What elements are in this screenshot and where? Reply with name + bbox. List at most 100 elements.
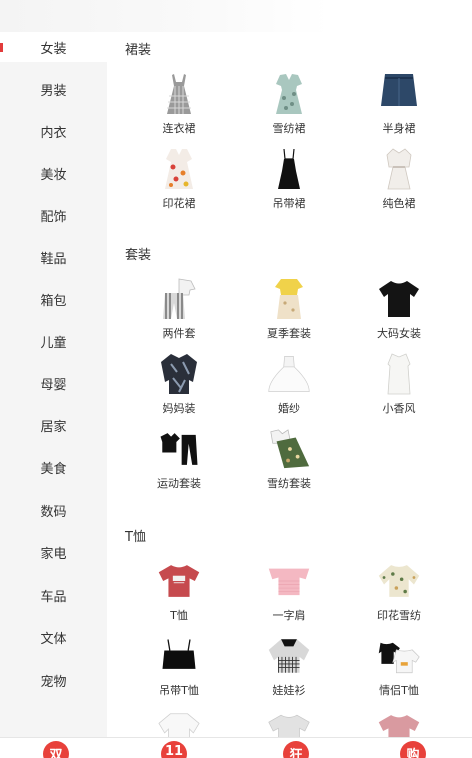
tile-label: 一字肩 [272, 609, 306, 622]
product-tile[interactable]: 妈妈装 [129, 352, 229, 422]
tile-label: 运动套装 [157, 477, 201, 490]
category-sidebar: 女装 男装 内衣 美妆 配饰 鞋品 箱包 儿童 母婴 居家 美食 数码 家电 车… [0, 32, 107, 737]
tab-gou[interactable]: 购 [400, 741, 426, 758]
product-tile[interactable]: 雪纺套装 [239, 427, 339, 497]
tile-label: 印花雪纺 [377, 609, 421, 622]
section-title-dresses: 裙装 [125, 43, 152, 58]
off-shoulder-icon [267, 559, 311, 603]
floral-chiffon-icon [377, 559, 421, 603]
product-tile[interactable]: 印花裙 [129, 147, 229, 217]
product-tile[interactable]: 运动套装 [129, 427, 229, 497]
active-indicator [0, 43, 3, 52]
sidebar-item-label: 内衣 [40, 125, 67, 141]
product-tile[interactable]: 一字肩 [239, 559, 339, 629]
tile-label: 雪纺套装 [267, 477, 311, 490]
tile-label: 妈妈装 [162, 402, 196, 415]
bottom-nav: 双 11 狂 购 [0, 737, 472, 758]
sidebar-item-kids[interactable]: 儿童 [0, 326, 107, 356]
sidebar-item-food[interactable]: 美食 [0, 452, 107, 482]
tile-label: 夏季套装 [267, 327, 311, 340]
couple-tshirt-icon [377, 634, 421, 678]
sidebar-item-digital[interactable]: 数码 [0, 495, 107, 525]
sidebar-item-underwear[interactable]: 内衣 [0, 116, 107, 146]
tab-kuang[interactable]: 狂 [283, 741, 309, 758]
category-content: 裙装 连衣裙 雪纺裙 半身裙 印花裙 吊带裙 纯色裙 套装 两件套 夏季套装 大… [107, 32, 472, 749]
tile-label: 雪纺裙 [272, 122, 306, 135]
tile-label: 印花裙 [162, 197, 196, 210]
tile-label: 小香风 [382, 402, 416, 415]
product-tile[interactable]: 夏季套装 [239, 277, 339, 347]
product-tile[interactable]: 小香风 [349, 352, 449, 422]
sidebar-item-shoes[interactable]: 鞋品 [0, 242, 107, 272]
product-tile[interactable]: 吊带T恤 [129, 634, 229, 704]
mom-wear-icon [157, 352, 201, 396]
sidebar-item-label: 数码 [40, 504, 67, 520]
print-dress-icon [157, 147, 201, 191]
sidebar-item-men[interactable]: 男装 [0, 74, 107, 104]
tile-label: 情侣T恤 [379, 684, 419, 697]
tile-label: 婚纱 [278, 402, 300, 415]
product-tile[interactable]: 娃娃衫 [239, 634, 339, 704]
product-tile[interactable]: 两件套 [129, 277, 229, 347]
sidebar-item-label: 配饰 [40, 209, 67, 225]
product-tile[interactable]: T恤 [129, 559, 229, 629]
chiffon-dress-icon [267, 72, 311, 116]
product-tile[interactable]: 连衣裙 [129, 72, 229, 142]
product-tile[interactable]: 大码女装 [349, 277, 449, 347]
sidebar-item-appliances[interactable]: 家电 [0, 537, 107, 567]
chiffon-set-icon [267, 427, 311, 471]
tile-label: 吊带T恤 [159, 684, 199, 697]
tile-label: 连衣裙 [162, 122, 196, 135]
sidebar-item-home[interactable]: 居家 [0, 410, 107, 440]
tile-label: 半身裙 [382, 122, 416, 135]
sidebar-item-beauty[interactable]: 美妆 [0, 158, 107, 188]
sidebar-item-accessories[interactable]: 配饰 [0, 200, 107, 230]
tile-label: 两件套 [162, 327, 196, 340]
sidebar-item-sports[interactable]: 文体 [0, 622, 107, 652]
product-tile[interactable]: 纯色裙 [349, 147, 449, 217]
sidebar-item-women[interactable]: 女装 [0, 32, 107, 62]
doll-shirt-icon [267, 634, 311, 678]
sidebar-item-pets[interactable]: 宠物 [0, 665, 107, 695]
tshirt-icon [157, 559, 201, 603]
plus-size-icon [377, 277, 421, 321]
sidebar-item-label: 宠物 [40, 674, 67, 690]
tweed-dress-icon [377, 352, 421, 396]
sidebar-item-car[interactable]: 车品 [0, 580, 107, 610]
product-tile[interactable]: 吊带裙 [239, 147, 339, 217]
product-tile[interactable]: 婚纱 [239, 352, 339, 422]
top-status-band [0, 0, 472, 32]
sidebar-item-bags[interactable]: 箱包 [0, 284, 107, 314]
product-tile[interactable]: 情侣T恤 [349, 634, 449, 704]
tile-label: 吊带裙 [272, 197, 306, 210]
slip-dress-icon [267, 147, 311, 191]
camisole-icon [157, 634, 201, 678]
product-tile[interactable]: 雪纺裙 [239, 72, 339, 142]
sidebar-item-label: 文体 [40, 631, 67, 647]
product-tile[interactable]: 印花雪纺 [349, 559, 449, 629]
tab-shuang[interactable]: 双 [43, 741, 69, 758]
sidebar-item-label: 女装 [40, 41, 67, 57]
wedding-dress-icon [267, 352, 311, 396]
plaid-dress-icon [157, 72, 201, 116]
tab-eleven[interactable]: 11 [161, 741, 187, 758]
sidebar-item-label: 居家 [40, 419, 67, 435]
sidebar-item-label: 儿童 [40, 335, 67, 351]
tile-label: T恤 [170, 609, 188, 622]
sidebar-item-baby[interactable]: 母婴 [0, 368, 107, 398]
sidebar-item-label: 男装 [40, 83, 67, 99]
section-title-tshirts: T恤 [125, 530, 146, 545]
sidebar-item-label: 鞋品 [40, 251, 67, 267]
sidebar-item-label: 美妆 [40, 167, 67, 183]
section-title-sets: 套装 [125, 248, 152, 263]
sidebar-item-label: 箱包 [40, 293, 67, 309]
two-piece-icon [157, 277, 201, 321]
denim-skirt-icon [377, 72, 421, 116]
tile-label: 大码女装 [377, 327, 421, 340]
summer-set-icon [267, 277, 311, 321]
product-tile[interactable]: 半身裙 [349, 72, 449, 142]
solid-dress-icon [377, 147, 421, 191]
sidebar-item-label: 家电 [40, 546, 67, 562]
sidebar-item-label: 车品 [40, 589, 67, 605]
sidebar-item-label: 美食 [40, 461, 67, 477]
